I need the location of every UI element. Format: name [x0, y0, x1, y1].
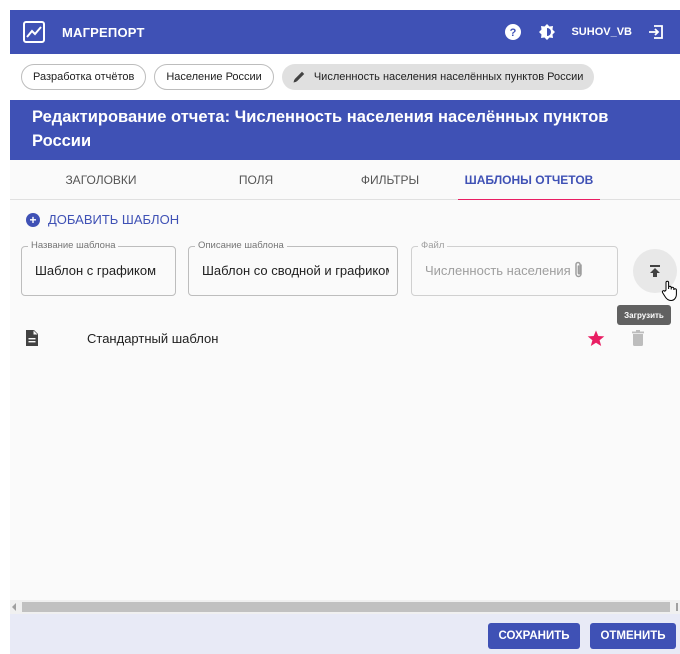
template-description-label: Описание шаблона [195, 240, 287, 251]
tab-filters[interactable]: Фильтры [320, 160, 460, 200]
breadcrumb: Разработка отчётов Население России Числ… [10, 54, 680, 100]
cancel-button[interactable]: ОТМЕНИТЬ [590, 623, 676, 649]
app-title[interactable]: МАГРЕПОРТ [62, 25, 145, 40]
star-icon[interactable] [587, 330, 605, 347]
template-file-field[interactable]: Файл Численность населения [411, 240, 618, 296]
tab-label: Шаблоны отчетов [464, 173, 594, 187]
breadcrumb-item-current-report[interactable]: Численность населения населённых пунктов… [281, 64, 595, 90]
add-template-label: ДОБАВИТЬ ШАБЛОН [48, 212, 180, 227]
list-item[interactable]: Стандартный шаблон [10, 322, 680, 356]
template-description-field[interactable]: Описание шаблона Шаблон со сводной и гра… [188, 240, 398, 296]
add-template-button[interactable]: + ДОБАВИТЬ ШАБЛОН [26, 212, 179, 227]
scrollbar-thumb[interactable] [22, 602, 670, 612]
scroll-right-arrow-icon[interactable] [676, 603, 678, 611]
help-icon[interactable]: ? [503, 22, 523, 42]
template-description-input[interactable]: Шаблон со сводной и графиком [202, 263, 389, 278]
breadcrumb-item-report-development[interactable]: Разработка отчётов [21, 64, 147, 90]
breadcrumb-label: Разработка отчётов [33, 71, 135, 83]
template-file-label: Файл [418, 240, 448, 251]
page-title: Редактирование отчета: Численность насел… [10, 100, 680, 160]
app-bar-actions: ? SUHOV_VB [489, 22, 666, 42]
tab-bar: Заголовки Поля Фильтры Шаблоны отчетов [10, 160, 680, 201]
breadcrumb-item-russia-population[interactable]: Население России [154, 64, 274, 90]
user-name[interactable]: SUHOV_VB [571, 26, 632, 38]
upload-icon [650, 265, 660, 277]
save-button[interactable]: СОХРАНИТЬ [488, 623, 580, 649]
tab-fields[interactable]: Поля [192, 160, 320, 200]
template-name-field[interactable]: Название шаблона Шаблон с графиком [21, 240, 176, 296]
theme-toggle-icon[interactable] [537, 22, 557, 42]
template-name-label: Название шаблона [28, 240, 119, 251]
templates-panel: + ДОБАВИТЬ ШАБЛОН Название шаблона Шабло… [10, 200, 680, 600]
logout-icon[interactable] [646, 22, 666, 42]
footer-actions: СОХРАНИТЬ ОТМЕНИТЬ [10, 614, 680, 654]
tab-headers[interactable]: Заголовки [10, 160, 192, 200]
document-icon [26, 330, 38, 346]
app-logo-icon[interactable] [23, 21, 45, 43]
breadcrumb-label: Население России [166, 71, 262, 83]
delete-icon[interactable] [632, 330, 644, 346]
breadcrumb-label: Численность населения населённых пунктов… [313, 71, 584, 83]
scroll-left-arrow-icon[interactable] [12, 603, 16, 611]
pencil-icon [293, 71, 305, 83]
template-item-label: Стандартный шаблон [87, 331, 219, 346]
app-bar: МАГРЕПОРТ ? SUHOV_VB [10, 10, 680, 54]
hand-cursor-icon [661, 280, 677, 302]
template-name-input[interactable]: Шаблон с графиком [35, 263, 167, 278]
horizontal-scrollbar[interactable] [10, 600, 680, 614]
paperclip-icon[interactable] [573, 261, 585, 279]
plus-icon: + [26, 212, 40, 227]
tab-report-templates[interactable]: Шаблоны отчетов [458, 160, 600, 201]
svg-text:?: ? [510, 27, 517, 39]
template-file-input[interactable]: Численность населения [425, 263, 577, 278]
